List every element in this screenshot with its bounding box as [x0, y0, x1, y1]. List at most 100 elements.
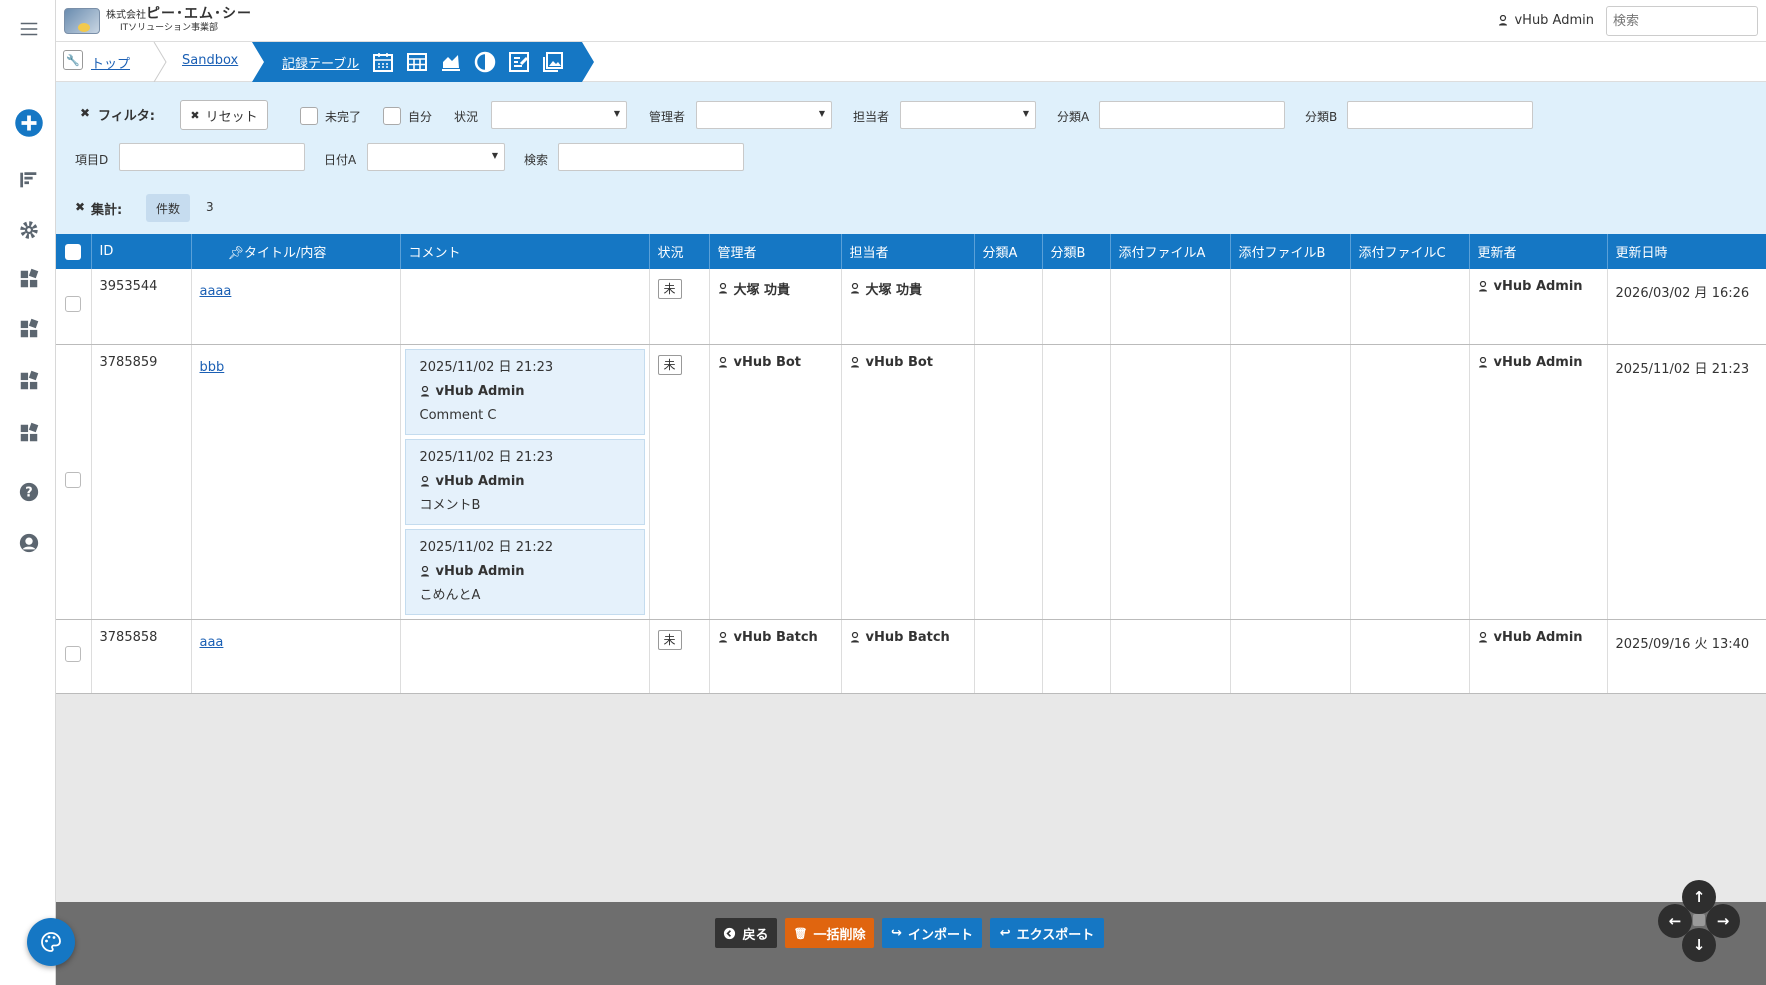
breadcrumb-current-link[interactable]: 記録テーブル [282, 53, 359, 72]
help-icon[interactable]: ? [14, 477, 44, 507]
column-header-assignee[interactable]: 担当者 [841, 234, 975, 269]
row-class-a [974, 619, 1043, 694]
row-attachment-c [1350, 619, 1470, 694]
status-badge: 未 [657, 354, 682, 375]
import-button[interactable]: ↪ インポート [882, 918, 982, 948]
pie-icon[interactable] [473, 50, 497, 74]
incomplete-checkbox[interactable] [300, 107, 318, 125]
column-header-attachment-a[interactable]: 添付ファイルA [1110, 234, 1231, 269]
comment-text: Comment C [419, 407, 497, 423]
logo-line1-big: ピー･エム･シー [146, 6, 252, 22]
assignee-select[interactable] [900, 101, 1036, 129]
add-record-button[interactable] [14, 108, 44, 138]
comment-item[interactable]: 2025/11/02 日 21:23 vHub Admin コメントB [404, 438, 645, 525]
chart-icon[interactable] [439, 50, 463, 74]
export-button[interactable]: ↩ エクスポート [990, 918, 1104, 948]
row-attachment-a [1110, 269, 1231, 345]
row-select-cell[interactable] [56, 269, 92, 345]
wrench-icon[interactable]: 🔧 [63, 50, 83, 70]
image-icon[interactable] [541, 50, 565, 74]
row-title-link[interactable]: aaaa [200, 284, 232, 299]
dashboard-icon[interactable] [14, 418, 44, 448]
manager-label: 管理者 [649, 110, 686, 124]
item-d-label: 項目D [75, 153, 109, 167]
svg-text:?: ? [25, 486, 32, 501]
row-checkbox[interactable] [65, 471, 82, 488]
column-header-status[interactable]: 状況 [649, 234, 710, 269]
kamban-icon[interactable] [507, 50, 531, 74]
column-header-attachment-c[interactable]: 添付ファイルC [1350, 234, 1470, 269]
row-checkbox[interactable] [65, 296, 82, 313]
select-all-checkbox-cell[interactable] [56, 234, 92, 269]
user-icon [718, 283, 727, 294]
calendar-icon[interactable] [371, 50, 395, 74]
table-row[interactable]: 3953544 aaaa 未 大塚 功貴 大塚 功貴 vHub Admin 20… [56, 269, 1766, 345]
header-search-input[interactable] [1606, 6, 1758, 36]
header-user[interactable]: vHub Admin [1498, 13, 1594, 28]
date-a-select[interactable] [367, 143, 505, 171]
row-title-link[interactable]: bbb [200, 360, 225, 375]
column-header-comment[interactable]: コメント [400, 234, 650, 269]
comment-time: 2025/11/02 日 21:23 [419, 449, 554, 465]
self-label: 自分 [408, 110, 433, 124]
column-header-updated-at[interactable]: 更新日時 [1607, 234, 1766, 269]
user-icon [850, 283, 859, 294]
palette-button[interactable] [27, 918, 75, 966]
class-b-input[interactable] [1347, 101, 1533, 129]
row-select-cell[interactable] [56, 619, 92, 694]
company-logo[interactable]: 株式会社ピー･エム･シー ITソリューション事業部 [64, 6, 252, 36]
dashboard-icon[interactable] [14, 264, 44, 294]
column-header-updater[interactable]: 更新者 [1469, 234, 1608, 269]
reset-button[interactable]: ✖ リセット [180, 100, 268, 130]
back-button[interactable]: 戻る [715, 918, 777, 948]
gear-icon[interactable] [14, 215, 44, 245]
user-icon [1478, 356, 1487, 367]
row-updater-name: vHub Admin [1493, 279, 1583, 294]
row-manager-name: vHub Batch [733, 629, 818, 645]
comment-item[interactable]: 2025/11/02 日 21:22 vHub Admin こめんとA [404, 528, 645, 615]
dashboard-icon[interactable] [14, 314, 44, 344]
column-header-class-a[interactable]: 分類A [974, 234, 1043, 269]
row-attachment-a [1110, 344, 1231, 620]
date-a-label: 日付A [324, 153, 357, 167]
aggregation-collapse-icon[interactable]: ✖ [75, 200, 85, 214]
column-header-id[interactable]: ID [91, 234, 192, 269]
table-row[interactable]: 3785858 aaa 未 vHub Batch vHub Batch vHub… [56, 619, 1766, 694]
grid-icon[interactable] [405, 50, 429, 74]
search-input[interactable] [558, 143, 744, 171]
column-header-title[interactable]: 📌︎タイトル/内容 [191, 234, 401, 269]
header: 株式会社ピー･エム･シー ITソリューション事業部 vHub Admin [56, 0, 1766, 42]
breadcrumb-top-link[interactable]: トップ [91, 53, 130, 72]
sort-icon[interactable] [14, 165, 44, 195]
manager-select[interactable] [696, 101, 832, 129]
count-label-pill[interactable]: 件数 [146, 194, 190, 222]
comment-text: コメントB [419, 497, 481, 513]
comment-user: vHub Admin [420, 560, 630, 584]
bulk-delete-button[interactable]: 🗑︎ 一括削除 [785, 918, 874, 948]
class-a-input[interactable] [1099, 101, 1285, 129]
user-account-icon[interactable] [14, 528, 44, 558]
hamburger-menu-icon[interactable] [14, 14, 44, 44]
comment-item[interactable]: 2025/11/02 日 21:23 vHub Admin Comment C [404, 348, 645, 435]
scroll-down-arrow[interactable]: ↓ [1682, 928, 1716, 962]
close-icon: ✖ [190, 108, 200, 122]
table-row[interactable]: 3785859 bbb 2025/11/02 日 21:23 vHub Admi… [56, 344, 1766, 620]
select-all-checkbox[interactable] [65, 243, 82, 260]
filter-collapse-icon[interactable]: ✖ [80, 106, 90, 120]
scroll-center-icon[interactable] [1693, 914, 1705, 926]
column-header-class-b[interactable]: 分類B [1042, 234, 1111, 269]
dashboard-icon[interactable] [14, 366, 44, 396]
column-header-manager[interactable]: 管理者 [709, 234, 842, 269]
sidebar: ? [0, 0, 56, 985]
row-checkbox[interactable] [65, 646, 82, 662]
assignee-label: 担当者 [853, 110, 890, 124]
footer-toolbar: 戻る 🗑︎ 一括削除 ↪ インポート ↩ エクスポート [56, 902, 1766, 985]
item-d-input[interactable] [119, 143, 305, 171]
row-select-cell[interactable] [56, 344, 92, 620]
row-title-link[interactable]: aaa [200, 635, 224, 650]
column-header-attachment-b[interactable]: 添付ファイルB [1230, 234, 1351, 269]
status-select[interactable] [491, 101, 627, 129]
breadcrumb-sandbox-link[interactable]: Sandbox [182, 53, 238, 68]
self-checkbox[interactable] [383, 107, 401, 125]
comment-user: vHub Admin [420, 380, 630, 404]
